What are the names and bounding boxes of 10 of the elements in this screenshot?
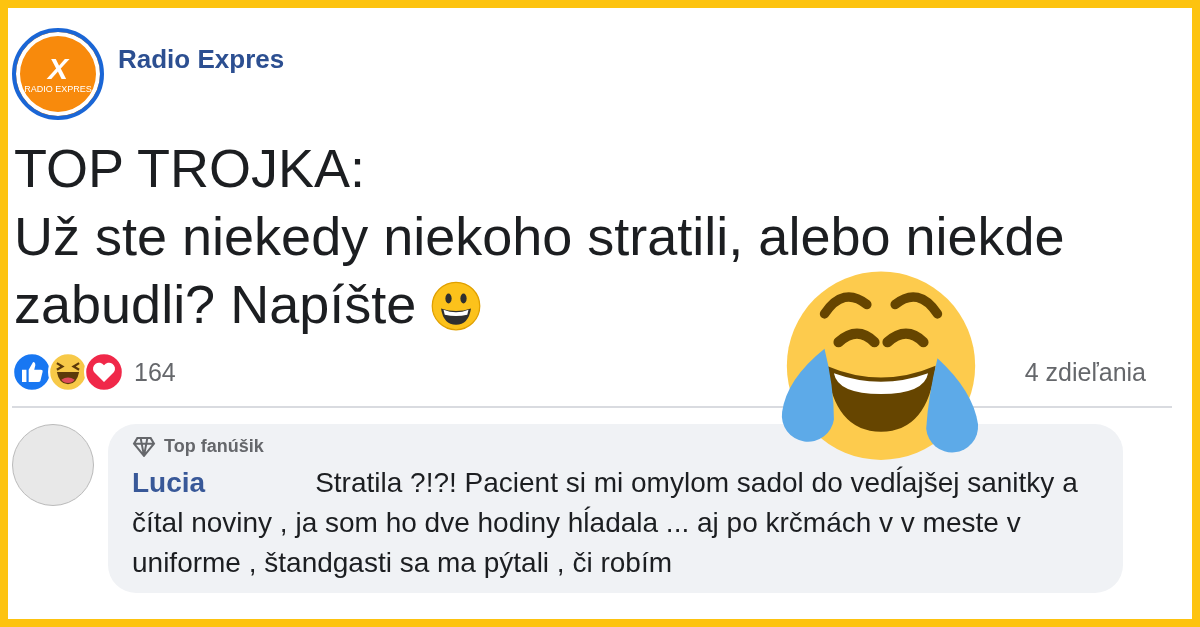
share-count[interactable]: 4 zdieľania (1024, 357, 1146, 387)
post-text: Už ste niekedy niekoho stratili, alebo niekde zabudli? Napíšte (14, 205, 1066, 336)
post-title: TOP TROJKA: (14, 137, 367, 200)
comment-text: Lucia Stratila ?!?! Pacient si mi omylom sadol do vedĺajšej sanitky a čítal noviny , ja som ho dve hodiny hĺadala ... aj po krčmách v v meste v uniforme , štandgasti sa ma pýtali , či robím (132, 465, 1079, 580)
page-name-link[interactable]: Radio Expres (118, 44, 285, 75)
top-fan-label: Top fanúšik (164, 436, 264, 457)
logo-text: RADIO EXPRES (24, 84, 92, 94)
reaction-count[interactable]: 164 (134, 357, 176, 387)
author-link[interactable]: Lucia (132, 467, 206, 498)
logo-letter: X (48, 54, 68, 84)
